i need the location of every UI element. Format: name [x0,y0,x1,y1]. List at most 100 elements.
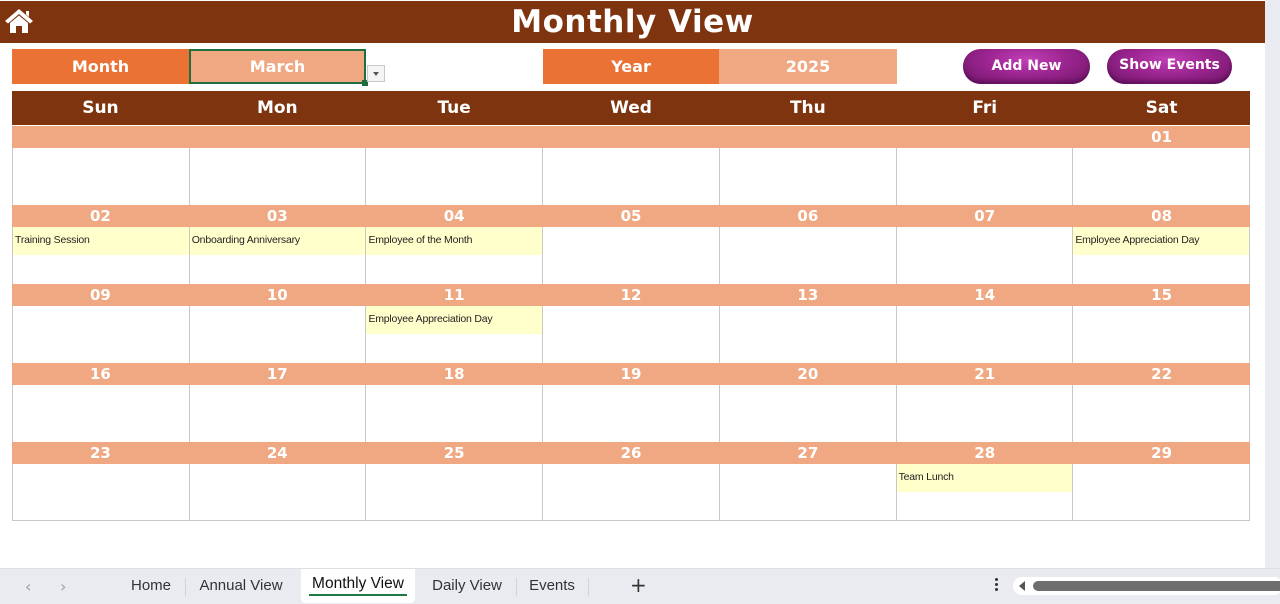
tab-monthly-view[interactable]: Monthly View [301,569,415,603]
tab-annual-view[interactable]: Annual View [188,569,294,603]
day-cell[interactable] [366,464,544,520]
day-cell[interactable] [719,464,897,520]
day-cell[interactable] [189,385,367,442]
day-cell[interactable]: Employee Appreciation Day [366,306,544,363]
day-cell[interactable] [543,385,720,442]
day-cell[interactable] [543,148,720,205]
day-cell[interactable] [13,148,190,205]
date-band: 09 10 11 12 13 14 15 [12,284,1250,306]
more-options-icon[interactable] [993,578,999,594]
tab-daily-view[interactable]: Daily View [422,569,512,603]
date-number: 22 [1151,365,1173,383]
event-entry[interactable]: Onboarding Anniversary [189,227,366,255]
day-cell[interactable] [13,464,190,520]
date-number: 05 [620,207,642,225]
prev-sheet-icon[interactable]: ‹ [25,577,31,596]
tab-separator [516,578,517,596]
month-label: Month [12,49,189,84]
day-cell[interactable] [896,385,1074,442]
tab-events[interactable]: Events [520,569,584,603]
day-cell[interactable] [719,227,897,284]
date-number [189,126,366,148]
calendar-week: 16 17 18 19 20 21 22 [12,363,1251,442]
scrollbar-thumb[interactable] [1033,581,1280,591]
day-cell[interactable] [189,464,367,520]
tab-home[interactable]: Home [120,569,182,603]
day-cell[interactable] [896,227,1074,284]
day-cell[interactable]: Employee of the Month [366,227,544,284]
date-number: 17 [266,365,288,383]
date-number: 01 [1151,128,1173,146]
day-cell[interactable] [13,306,190,363]
date-number [719,126,896,148]
day-cell[interactable] [543,464,720,520]
weekday-thu: Thu [789,98,826,118]
day-cell[interactable] [896,306,1074,363]
day-cell[interactable] [1073,464,1251,520]
date-number: 29 [1151,444,1173,462]
day-cell[interactable] [13,385,190,442]
tab-separator [588,578,589,596]
worksheet: Monthly View Month March Year 2025 Add N… [0,0,1265,568]
day-cell[interactable] [719,148,897,205]
day-cell[interactable] [1073,306,1251,363]
day-cell[interactable] [1073,385,1251,442]
year-input[interactable]: 2025 [719,49,897,84]
event-entry[interactable]: Employee Appreciation Day [1073,227,1250,255]
date-number: 21 [974,365,996,383]
date-band: 23 24 25 26 27 28 29 [12,442,1250,464]
date-number: 10 [266,286,288,304]
day-cell[interactable] [543,227,720,284]
day-cell[interactable] [189,306,367,363]
day-cell[interactable]: Onboarding Anniversary [189,227,367,284]
date-number: 13 [797,286,819,304]
day-cell[interactable] [719,385,897,442]
day-cell[interactable]: Training Session [13,227,190,284]
horizontal-scrollbar[interactable] [1013,577,1280,595]
vertical-scroll-gutter [1265,0,1280,568]
date-band: 01 [12,126,1250,148]
date-number: 26 [620,444,642,462]
date-number [896,126,1073,148]
event-entry[interactable]: Team Lunch [896,464,1073,492]
weekday-header: Sun Mon Tue Wed Thu Fri Sat [12,91,1250,125]
date-number: 12 [620,286,642,304]
day-cell[interactable] [366,148,544,205]
date-number: 11 [443,286,465,304]
day-cell[interactable] [366,385,544,442]
date-number: 16 [89,365,111,383]
show-events-button[interactable]: Show Events [1107,49,1232,84]
date-number: 18 [443,365,465,383]
event-entry[interactable]: Employee of the Month [366,227,543,255]
month-select[interactable]: March [189,49,368,86]
active-tab-underline [309,594,407,596]
year-label: Year [543,49,719,84]
add-sheet-icon[interactable]: + [630,573,647,597]
weekday-wed: Wed [610,98,652,118]
day-cell[interactable]: Employee Appreciation Day [1073,227,1251,284]
date-number: 08 [1151,207,1173,225]
next-sheet-icon[interactable]: › [60,577,66,596]
scroll-left-icon[interactable] [1019,581,1025,591]
date-number: 23 [89,444,111,462]
tab-separator [185,578,186,596]
event-entry[interactable]: Training Session [13,227,189,255]
sheet-tab-bar: ‹ › Home Annual View Monthly View Daily … [0,568,1280,604]
day-cell[interactable]: Team Lunch [896,464,1074,520]
weekday-tue: Tue [437,98,471,118]
tab-monthly-view-label: Monthly View [312,575,404,592]
day-cell[interactable] [719,306,897,363]
weekday-sat: Sat [1145,98,1178,118]
event-entry[interactable]: Employee Appreciation Day [366,306,543,334]
date-number: 28 [974,444,996,462]
date-number [366,126,543,148]
month-dropdown-arrow-icon[interactable] [367,65,385,82]
day-cell[interactable] [189,148,367,205]
add-new-button[interactable]: Add New [963,49,1090,84]
date-number: 04 [443,207,465,225]
day-cell[interactable] [543,306,720,363]
day-cell[interactable] [1073,148,1251,205]
date-number: 20 [797,365,819,383]
calendar-grid: 01 02 03 04 05 06 07 08 Training Session… [12,126,1251,521]
day-cell[interactable] [896,148,1074,205]
